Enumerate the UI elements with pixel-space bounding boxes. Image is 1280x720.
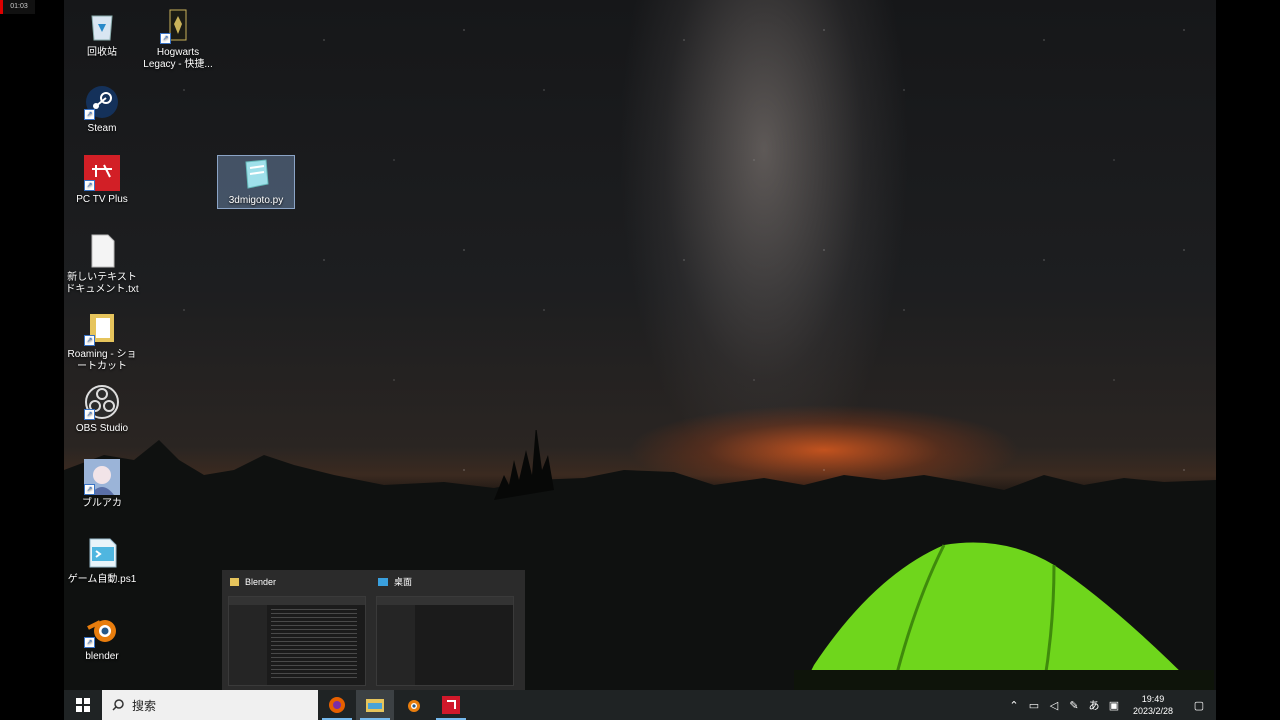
preview-window-desktop[interactable]: 桌面 [370, 570, 518, 690]
amd-icon [442, 696, 460, 714]
desktop-icon-label: ブルアカ [82, 498, 122, 509]
desktop-icon-game-ps1[interactable]: ゲーム自動.ps1 [64, 535, 140, 586]
pen-icon[interactable]: ✎ [1064, 699, 1084, 712]
clock-date: 2023/2/28 [1132, 706, 1174, 716]
folder-icon [366, 699, 384, 712]
shortcut-arrow-icon: ↗ [84, 484, 95, 495]
ime-indicator[interactable]: あ [1084, 697, 1104, 713]
desktop-icon-label: 新しいテキスト ドキュメント.txt [65, 272, 139, 295]
desktop-icon-label: PC TV Plus [76, 194, 128, 205]
taskbar-thumbnail-preview: Blender 桌面 [222, 570, 525, 690]
shortcut-arrow-icon: ↗ [84, 409, 95, 420]
shortcut-arrow-icon: ↗ [84, 109, 95, 120]
desktop-icon-pc-tv-plus[interactable]: ↗ PC TV Plus [64, 155, 140, 206]
desktop-icon-roaming-shortcut[interactable]: ↗ Roaming - ショートカット [64, 310, 140, 373]
preview-title-label: 桌面 [394, 577, 413, 587]
desktop-icon-blue-archive[interactable]: ↗ ブルアカ [64, 459, 140, 510]
search-placeholder: 搜索 [132, 698, 157, 713]
preview-thumbnail [376, 596, 514, 686]
taskbar-file-explorer[interactable] [356, 690, 394, 720]
preview-title-label: Blender [245, 577, 277, 587]
preview-title: Blender [230, 576, 276, 588]
shortcut-arrow-icon: ↗ [84, 180, 95, 191]
ime-mode-icon[interactable]: ▣ [1104, 699, 1124, 712]
folder-icon [230, 578, 239, 586]
desktop-icon-label: Hogwarts Legacy - 快捷... [143, 47, 213, 70]
pc-tv-plus-icon: ↗ [84, 155, 120, 191]
desktop-icon-label: ゲーム自動.ps1 [67, 574, 137, 585]
obs-studio-icon: ↗ [84, 384, 120, 420]
desktop-icon-obs-studio[interactable]: ↗ OBS Studio [64, 384, 140, 435]
desktop-icon-label: 3dmigoto.py [228, 195, 284, 206]
system-tray: ⌃ ▭ ◁ ✎ あ ▣ 19:49 2023/2/28 ▢ [1004, 690, 1216, 720]
taskbar-clock[interactable]: 19:49 2023/2/28 [1124, 693, 1182, 717]
chevron-up-icon[interactable]: ⌃ [1004, 699, 1024, 712]
desktop-folder-icon [378, 578, 388, 586]
taskbar-search-box[interactable]: 搜索 [102, 690, 318, 720]
wallpaper-stars [64, 0, 1216, 480]
desktop-icon-label: 回收站 [87, 47, 117, 58]
powershell-file-icon [84, 535, 120, 571]
taskbar-amd-software[interactable] [432, 690, 470, 720]
folder-shortcut-icon: ↗ [84, 310, 120, 346]
taskbar-firefox[interactable] [318, 690, 356, 720]
python-file-icon [238, 156, 274, 192]
desktop-icon-label: Steam [87, 123, 117, 134]
taskbar: 搜索 ⌃ ▭ ◁ ✎ あ ▣ 19:49 2023/2/28 ▢ [64, 690, 1216, 720]
recording-timer: 01:03 [0, 0, 35, 14]
blender-icon: ↗ [84, 612, 120, 648]
desktop-icon-new-text-document[interactable]: 新しいテキスト ドキュメント.txt [64, 233, 140, 296]
blue-archive-icon: ↗ [84, 459, 120, 495]
text-file-icon [84, 233, 120, 269]
desktop-icon-label: Roaming - ショートカット [67, 349, 137, 372]
desktop-icon-recycle-bin[interactable]: 回收站 [64, 8, 140, 59]
windows-icon [76, 698, 90, 712]
desktop-icon-3dmigoto[interactable]: 3dmigoto.py [217, 155, 295, 209]
steam-icon: ↗ [84, 84, 120, 120]
notification-icon[interactable]: ▢ [1182, 699, 1216, 712]
desktop-icon-hogwarts-legacy[interactable]: ↗ Hogwarts Legacy - 快捷... [140, 8, 216, 71]
desktop-icon-blender[interactable]: ↗ blender [64, 612, 140, 663]
shortcut-arrow-icon: ↗ [84, 637, 95, 648]
network-icon[interactable]: ▭ [1024, 699, 1044, 712]
search-icon [112, 699, 124, 711]
start-button[interactable] [64, 690, 102, 720]
hogwarts-legacy-icon: ↗ [160, 8, 196, 44]
wallpaper-tent [794, 542, 1214, 695]
volume-icon[interactable]: ◁ [1044, 699, 1064, 712]
recycle-bin-icon [84, 8, 120, 44]
preview-title: 桌面 [378, 576, 412, 588]
taskbar-blender[interactable] [394, 690, 432, 720]
firefox-icon [329, 697, 345, 713]
clock-time: 19:49 [1141, 694, 1165, 704]
blender-icon [408, 700, 420, 712]
preview-thumbnail [228, 596, 366, 686]
desktop: 回收站 ↗ Hogwarts Legacy - 快捷... ↗ Steam ↗ … [64, 0, 1216, 720]
shortcut-arrow-icon: ↗ [160, 33, 171, 44]
desktop-icon-label: OBS Studio [75, 423, 129, 434]
preview-window-blender[interactable]: Blender [222, 570, 370, 690]
shortcut-arrow-icon: ↗ [84, 335, 95, 346]
desktop-icon-steam[interactable]: ↗ Steam [64, 84, 140, 135]
desktop-icon-label: blender [85, 651, 119, 662]
